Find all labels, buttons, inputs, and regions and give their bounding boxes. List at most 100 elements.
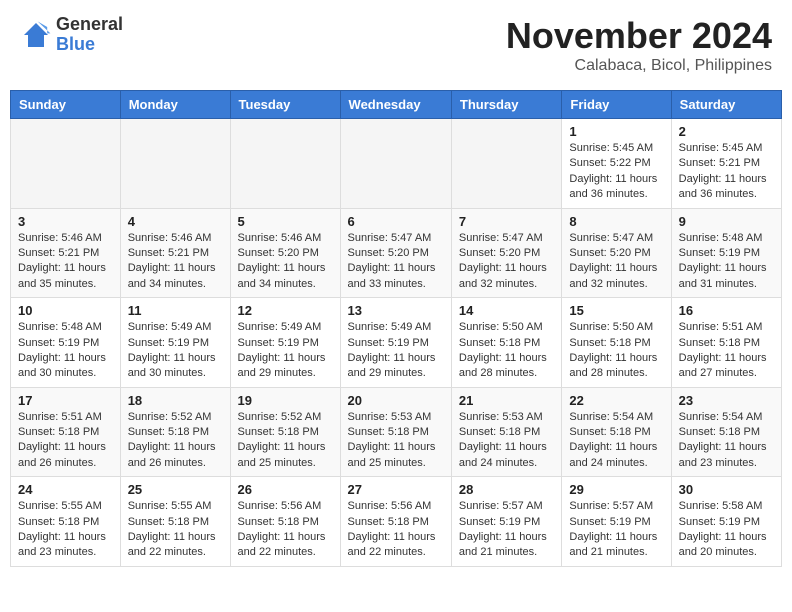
calendar-day-cell: 10 Sunrise: 5:48 AM Sunset: 5:19 PM Dayli… — [11, 298, 121, 388]
day-number: 9 — [679, 214, 774, 229]
day-info-text: Sunrise: 5:50 AM Sunset: 5:18 PM Dayligh… — [569, 320, 663, 382]
calendar-day-cell: 6 Sunrise: 5:47 AM Sunset: 5:20 PM Daylig… — [340, 208, 451, 298]
day-info-text: Sunrise: 5:52 AM Sunset: 5:18 PM Dayligh… — [238, 410, 333, 472]
calendar-day-cell: 15 Sunrise: 5:50 AM Sunset: 5:18 PM Dayli… — [562, 298, 671, 388]
day-info-text: Sunrise: 5:52 AM Sunset: 5:18 PM Dayligh… — [128, 410, 223, 472]
day-number: 30 — [679, 482, 774, 497]
day-of-week-header: Sunday — [11, 91, 121, 119]
day-number: 18 — [128, 393, 223, 408]
day-number: 13 — [348, 303, 444, 318]
calendar-day-cell: 1Sunrise: 5:45 AM Sunset: 5:22 PM Daylig… — [562, 119, 671, 209]
day-info-text: Sunrise: 5:47 AM Sunset: 5:20 PM Dayligh… — [348, 231, 444, 293]
day-info-text: Sunrise: 5:55 AM Sunset: 5:18 PM Dayligh… — [128, 499, 223, 561]
logo-general-text: General — [56, 15, 123, 35]
day-number: 14 — [459, 303, 554, 318]
calendar-week-row: 10 Sunrise: 5:48 AM Sunset: 5:19 PM Dayli… — [11, 298, 782, 388]
day-number: 27 — [348, 482, 444, 497]
day-number: 29 — [569, 482, 663, 497]
day-number: 10 — [18, 303, 113, 318]
day-info-text: Sunrise: 5:46 AM Sunset: 5:21 PM Dayligh… — [18, 231, 113, 293]
day-of-week-header: Saturday — [671, 91, 781, 119]
calendar-day-cell: 18 Sunrise: 5:52 AM Sunset: 5:18 PM Dayli… — [120, 387, 230, 477]
calendar-day-cell: 24 Sunrise: 5:55 AM Sunset: 5:18 PM Dayli… — [11, 477, 121, 567]
day-info-text: Sunrise: 5:48 AM Sunset: 5:19 PM Dayligh… — [18, 320, 113, 382]
day-number: 6 — [348, 214, 444, 229]
day-number: 15 — [569, 303, 663, 318]
logo: General Blue — [20, 15, 123, 55]
day-number: 17 — [18, 393, 113, 408]
calendar-day-cell: 23Sunrise: 5:54 AM Sunset: 5:18 PM Dayli… — [671, 387, 781, 477]
calendar-day-cell — [451, 119, 561, 209]
day-info-text: Sunrise: 5:49 AM Sunset: 5:19 PM Dayligh… — [238, 320, 333, 382]
calendar-day-cell: 3Sunrise: 5:46 AM Sunset: 5:21 PM Daylig… — [11, 208, 121, 298]
calendar-day-cell: 7Sunrise: 5:47 AM Sunset: 5:20 PM Daylig… — [451, 208, 561, 298]
calendar-table: SundayMondayTuesdayWednesdayThursdayFrid… — [10, 90, 782, 567]
day-info-text: Sunrise: 5:49 AM Sunset: 5:19 PM Dayligh… — [128, 320, 223, 382]
day-info-text: Sunrise: 5:55 AM Sunset: 5:18 PM Dayligh… — [18, 499, 113, 561]
day-number: 26 — [238, 482, 333, 497]
day-info-text: Sunrise: 5:53 AM Sunset: 5:18 PM Dayligh… — [459, 410, 554, 472]
calendar-day-cell: 17 Sunrise: 5:51 AM Sunset: 5:18 PM Dayli… — [11, 387, 121, 477]
day-info-text: Sunrise: 5:54 AM Sunset: 5:18 PM Dayligh… — [569, 410, 663, 472]
calendar-day-cell: 28 Sunrise: 5:57 AM Sunset: 5:19 PM Dayli… — [451, 477, 561, 567]
day-of-week-header: Thursday — [451, 91, 561, 119]
logo-icon — [20, 19, 52, 51]
calendar-day-cell: 14 Sunrise: 5:50 AM Sunset: 5:18 PM Dayli… — [451, 298, 561, 388]
day-number: 24 — [18, 482, 113, 497]
day-number: 20 — [348, 393, 444, 408]
day-of-week-header: Tuesday — [230, 91, 340, 119]
calendar-week-row: 3Sunrise: 5:46 AM Sunset: 5:21 PM Daylig… — [11, 208, 782, 298]
day-info-text: Sunrise: 5:56 AM Sunset: 5:18 PM Dayligh… — [348, 499, 444, 561]
calendar-day-cell: 11 Sunrise: 5:49 AM Sunset: 5:19 PM Dayli… — [120, 298, 230, 388]
calendar-day-cell: 13Sunrise: 5:49 AM Sunset: 5:19 PM Dayli… — [340, 298, 451, 388]
day-info-text: Sunrise: 5:48 AM Sunset: 5:19 PM Dayligh… — [679, 231, 774, 293]
day-number: 8 — [569, 214, 663, 229]
day-info-text: Sunrise: 5:46 AM Sunset: 5:21 PM Dayligh… — [128, 231, 223, 293]
day-info-text: Sunrise: 5:57 AM Sunset: 5:19 PM Dayligh… — [459, 499, 554, 561]
day-info-text: Sunrise: 5:56 AM Sunset: 5:18 PM Dayligh… — [238, 499, 333, 561]
location-subtitle: Calabaca, Bicol, Philippines — [506, 57, 772, 75]
day-number: 16 — [679, 303, 774, 318]
calendar-day-cell: 30Sunrise: 5:58 AM Sunset: 5:19 PM Dayli… — [671, 477, 781, 567]
day-info-text: Sunrise: 5:50 AM Sunset: 5:18 PM Dayligh… — [459, 320, 554, 382]
day-info-text: Sunrise: 5:57 AM Sunset: 5:19 PM Dayligh… — [569, 499, 663, 561]
day-number: 25 — [128, 482, 223, 497]
day-of-week-header: Friday — [562, 91, 671, 119]
day-info-text: Sunrise: 5:51 AM Sunset: 5:18 PM Dayligh… — [679, 320, 774, 382]
calendar-week-row: 1Sunrise: 5:45 AM Sunset: 5:22 PM Daylig… — [11, 119, 782, 209]
day-info-text: Sunrise: 5:47 AM Sunset: 5:20 PM Dayligh… — [459, 231, 554, 293]
calendar-day-cell: 20 Sunrise: 5:53 AM Sunset: 5:18 PM Dayli… — [340, 387, 451, 477]
calendar-day-cell: 21 Sunrise: 5:53 AM Sunset: 5:18 PM Dayli… — [451, 387, 561, 477]
day-number: 21 — [459, 393, 554, 408]
day-info-text: Sunrise: 5:53 AM Sunset: 5:18 PM Dayligh… — [348, 410, 444, 472]
calendar-week-row: 24 Sunrise: 5:55 AM Sunset: 5:18 PM Dayli… — [11, 477, 782, 567]
calendar-day-cell: 5Sunrise: 5:46 AM Sunset: 5:20 PM Daylig… — [230, 208, 340, 298]
calendar-day-cell: 2Sunrise: 5:45 AM Sunset: 5:21 PM Daylig… — [671, 119, 781, 209]
calendar-week-row: 17 Sunrise: 5:51 AM Sunset: 5:18 PM Dayli… — [11, 387, 782, 477]
day-info-text: Sunrise: 5:47 AM Sunset: 5:20 PM Dayligh… — [569, 231, 663, 293]
day-number: 2 — [679, 124, 774, 139]
day-number: 28 — [459, 482, 554, 497]
day-number: 11 — [128, 303, 223, 318]
logo-text: General Blue — [56, 15, 123, 55]
day-number: 1 — [569, 124, 663, 139]
calendar-day-cell — [11, 119, 121, 209]
day-of-week-header: Monday — [120, 91, 230, 119]
calendar-day-cell: 22Sunrise: 5:54 AM Sunset: 5:18 PM Dayli… — [562, 387, 671, 477]
day-info-text: Sunrise: 5:46 AM Sunset: 5:20 PM Dayligh… — [238, 231, 333, 293]
day-info-text: Sunrise: 5:51 AM Sunset: 5:18 PM Dayligh… — [18, 410, 113, 472]
day-number: 4 — [128, 214, 223, 229]
day-number: 23 — [679, 393, 774, 408]
calendar-day-cell — [120, 119, 230, 209]
calendar-day-cell: 26 Sunrise: 5:56 AM Sunset: 5:18 PM Dayli… — [230, 477, 340, 567]
title-section: November 2024 Calabaca, Bicol, Philippin… — [506, 15, 772, 75]
day-number: 12 — [238, 303, 333, 318]
logo-blue-text: Blue — [56, 35, 123, 55]
calendar-day-cell: 4 Sunrise: 5:46 AM Sunset: 5:21 PM Daylig… — [120, 208, 230, 298]
calendar-day-cell: 25 Sunrise: 5:55 AM Sunset: 5:18 PM Dayli… — [120, 477, 230, 567]
page-header: General Blue November 2024 Calabaca, Bic… — [10, 10, 782, 80]
calendar-day-cell: 27 Sunrise: 5:56 AM Sunset: 5:18 PM Dayli… — [340, 477, 451, 567]
calendar-day-cell: 9 Sunrise: 5:48 AM Sunset: 5:19 PM Daylig… — [671, 208, 781, 298]
calendar-day-cell — [340, 119, 451, 209]
calendar-day-cell: 12 Sunrise: 5:49 AM Sunset: 5:19 PM Dayli… — [230, 298, 340, 388]
